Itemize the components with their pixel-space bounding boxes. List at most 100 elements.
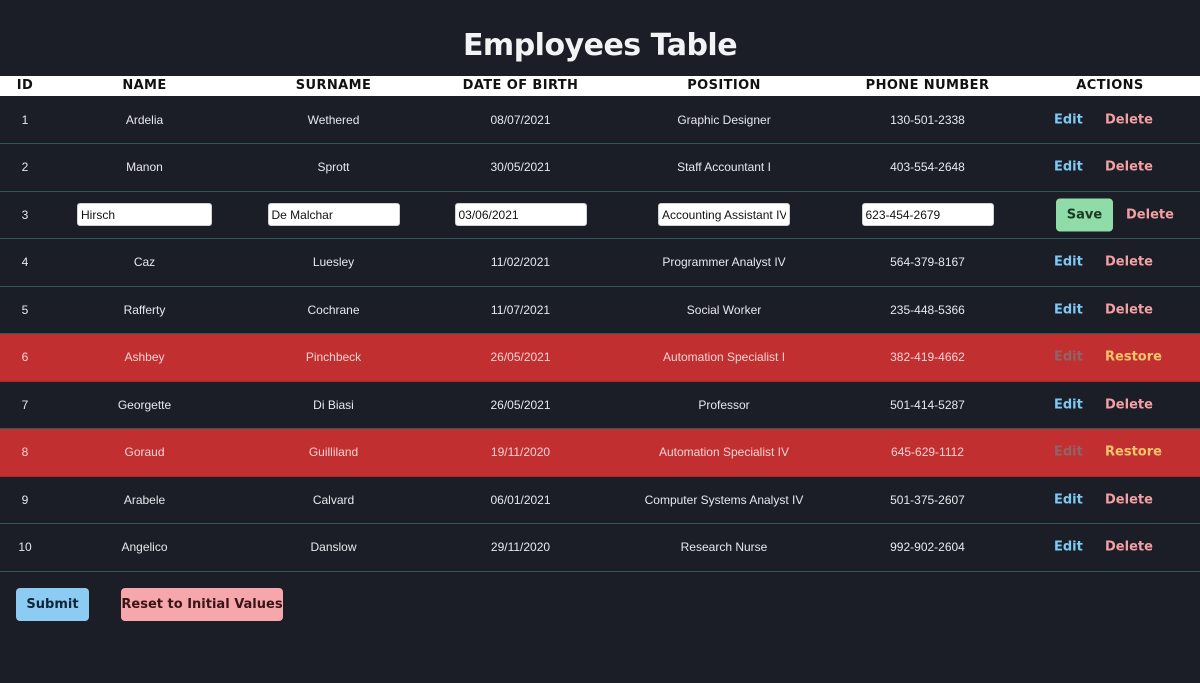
edit-button[interactable]: Edit — [1054, 112, 1083, 127]
table-row: 3 Save Delete — [0, 191, 1200, 239]
cell-name: Angelico — [50, 523, 239, 572]
delete-button[interactable]: Delete — [1105, 397, 1153, 412]
cell-dob: 11/07/2021 — [428, 286, 613, 334]
cell-actions: Edit Restore — [1020, 333, 1200, 382]
edit-button: Edit — [1054, 349, 1083, 365]
cell-surname: Wethered — [239, 96, 428, 144]
cell-phone: 403-554-2648 — [835, 143, 1020, 192]
cell-id: 5 — [0, 286, 50, 334]
cell-actions: Edit Restore — [1020, 428, 1200, 477]
table-body: 1 Ardelia Wethered 08/07/2021 Graphic Design… — [0, 96, 1200, 572]
cell-surname: Guilliland — [239, 428, 428, 477]
table-row: 10 Angelico Danslow 29/11/2020 Research Nurs… — [0, 523, 1200, 572]
cell-name: Ardelia — [50, 96, 239, 144]
cell-surname: Calvard — [239, 476, 428, 524]
cell-id: 3 — [0, 191, 50, 239]
edit-button[interactable]: Edit — [1054, 492, 1083, 507]
cell-position: Social Worker — [613, 286, 835, 334]
cell-position: Research Nurse — [613, 523, 835, 572]
delete-button[interactable]: Delete — [1105, 112, 1153, 127]
cell-id: 9 — [0, 476, 50, 524]
column-header-date-of-birth: DATE OF BIRTH — [462, 78, 579, 93]
cell-actions: Edit Delete — [1020, 238, 1200, 287]
delete-button[interactable]: Delete — [1105, 540, 1153, 555]
delete-button[interactable]: Delete — [1105, 255, 1153, 270]
cell-position: Programmer Analyst IV — [613, 238, 835, 287]
cell-surname — [239, 191, 428, 239]
table-row: 9 Arabele Calvard 06/01/2021 Computer System… — [0, 476, 1200, 524]
cell-surname: Danslow — [239, 523, 428, 572]
cell-name: Caz — [50, 238, 239, 287]
delete-button[interactable]: Delete — [1126, 207, 1174, 222]
restore-button[interactable]: Restore — [1105, 350, 1162, 365]
cell-dob: 26/05/2021 — [428, 333, 613, 382]
cell-id: 8 — [0, 428, 50, 477]
cell-id: 10 — [0, 523, 50, 572]
edit-button[interactable]: Edit — [1054, 540, 1083, 555]
column-header-phone-number: PHONE NUMBER — [865, 78, 990, 93]
table-row: 2 Manon Sprott 30/05/2021 Staff Accountant I… — [0, 143, 1200, 192]
cell-position — [613, 191, 835, 239]
page-title: Employees Table — [462, 28, 738, 63]
cell-phone: 130-501-2338 — [835, 96, 1020, 144]
delete-button[interactable]: Delete — [1105, 302, 1153, 317]
table-row: 1 Ardelia Wethered 08/07/2021 Graphic Design… — [0, 96, 1200, 144]
cell-dob: 29/11/2020 — [428, 523, 613, 572]
cell-phone — [835, 191, 1020, 239]
reset-button[interactable]: Reset to Initial Values — [121, 588, 283, 621]
employees-table: ID NAME SURNAME DATE OF BIRTH POSITION P… — [0, 76, 1200, 572]
edit-button[interactable]: Edit — [1054, 160, 1083, 175]
cell-actions: Edit Delete — [1020, 96, 1200, 144]
cell-position: Professor — [613, 381, 835, 429]
save-button[interactable]: Save — [1056, 198, 1113, 232]
column-header-name: NAME — [122, 78, 167, 93]
cell-dob: 19/11/2020 — [428, 428, 613, 477]
phone-input[interactable] — [861, 203, 994, 227]
table-row: 6 Ashbey Pinchbeck 26/05/2021 Automation Spe… — [0, 333, 1200, 382]
restore-button[interactable]: Restore — [1105, 445, 1162, 460]
cell-phone: 235-448-5366 — [835, 286, 1020, 334]
cell-name: Ashbey — [50, 333, 239, 382]
cell-phone: 992-902-2604 — [835, 523, 1020, 572]
column-header-id: ID — [16, 78, 34, 93]
cell-id: 7 — [0, 381, 50, 429]
cell-surname: Luesley — [239, 238, 428, 287]
cell-position: Staff Accountant I — [613, 143, 835, 192]
cell-dob: 06/01/2021 — [428, 476, 613, 524]
edit-button: Edit — [1054, 444, 1083, 460]
table-row: 7 Georgette Di Biasi 26/05/2021 Professor 501… — [0, 381, 1200, 429]
cell-surname: Pinchbeck — [239, 333, 428, 382]
submit-button[interactable]: Submit — [16, 588, 89, 621]
cell-phone: 382-419-4662 — [835, 333, 1020, 382]
edit-button[interactable]: Edit — [1054, 302, 1083, 317]
column-header-actions: ACTIONS — [1076, 78, 1144, 93]
table-row: 8 Goraud Guilliland 19/11/2020 Automation Sp… — [0, 428, 1200, 477]
column-header-surname: SURNAME — [295, 78, 372, 93]
dob-input[interactable] — [454, 203, 587, 227]
name-input[interactable] — [77, 203, 212, 227]
cell-position: Automation Specialist IV — [613, 428, 835, 477]
cell-position: Automation Specialist I — [613, 333, 835, 382]
cell-id: 2 — [0, 143, 50, 192]
cell-phone: 645-629-1112 — [835, 428, 1020, 477]
cell-position: Computer Systems Analyst IV — [613, 476, 835, 524]
cell-dob — [428, 191, 613, 239]
cell-id: 6 — [0, 333, 50, 382]
cell-surname: Di Biasi — [239, 381, 428, 429]
cell-name: Goraud — [50, 428, 239, 477]
delete-button[interactable]: Delete — [1105, 160, 1153, 175]
edit-button[interactable]: Edit — [1054, 255, 1083, 270]
edit-button[interactable]: Edit — [1054, 397, 1083, 412]
column-header-position: POSITION — [687, 78, 761, 93]
cell-phone: 501-414-5287 — [835, 381, 1020, 429]
cell-phone: 501-375-2607 — [835, 476, 1020, 524]
position-input[interactable] — [658, 203, 790, 227]
cell-actions: Edit Delete — [1020, 381, 1200, 429]
surname-input[interactable] — [267, 203, 400, 227]
cell-dob: 30/05/2021 — [428, 143, 613, 192]
cell-name: Manon — [50, 143, 239, 192]
delete-button[interactable]: Delete — [1105, 492, 1153, 507]
cell-actions: Edit Delete — [1020, 476, 1200, 524]
cell-actions: Edit Delete — [1020, 523, 1200, 572]
cell-dob: 11/02/2021 — [428, 238, 613, 287]
